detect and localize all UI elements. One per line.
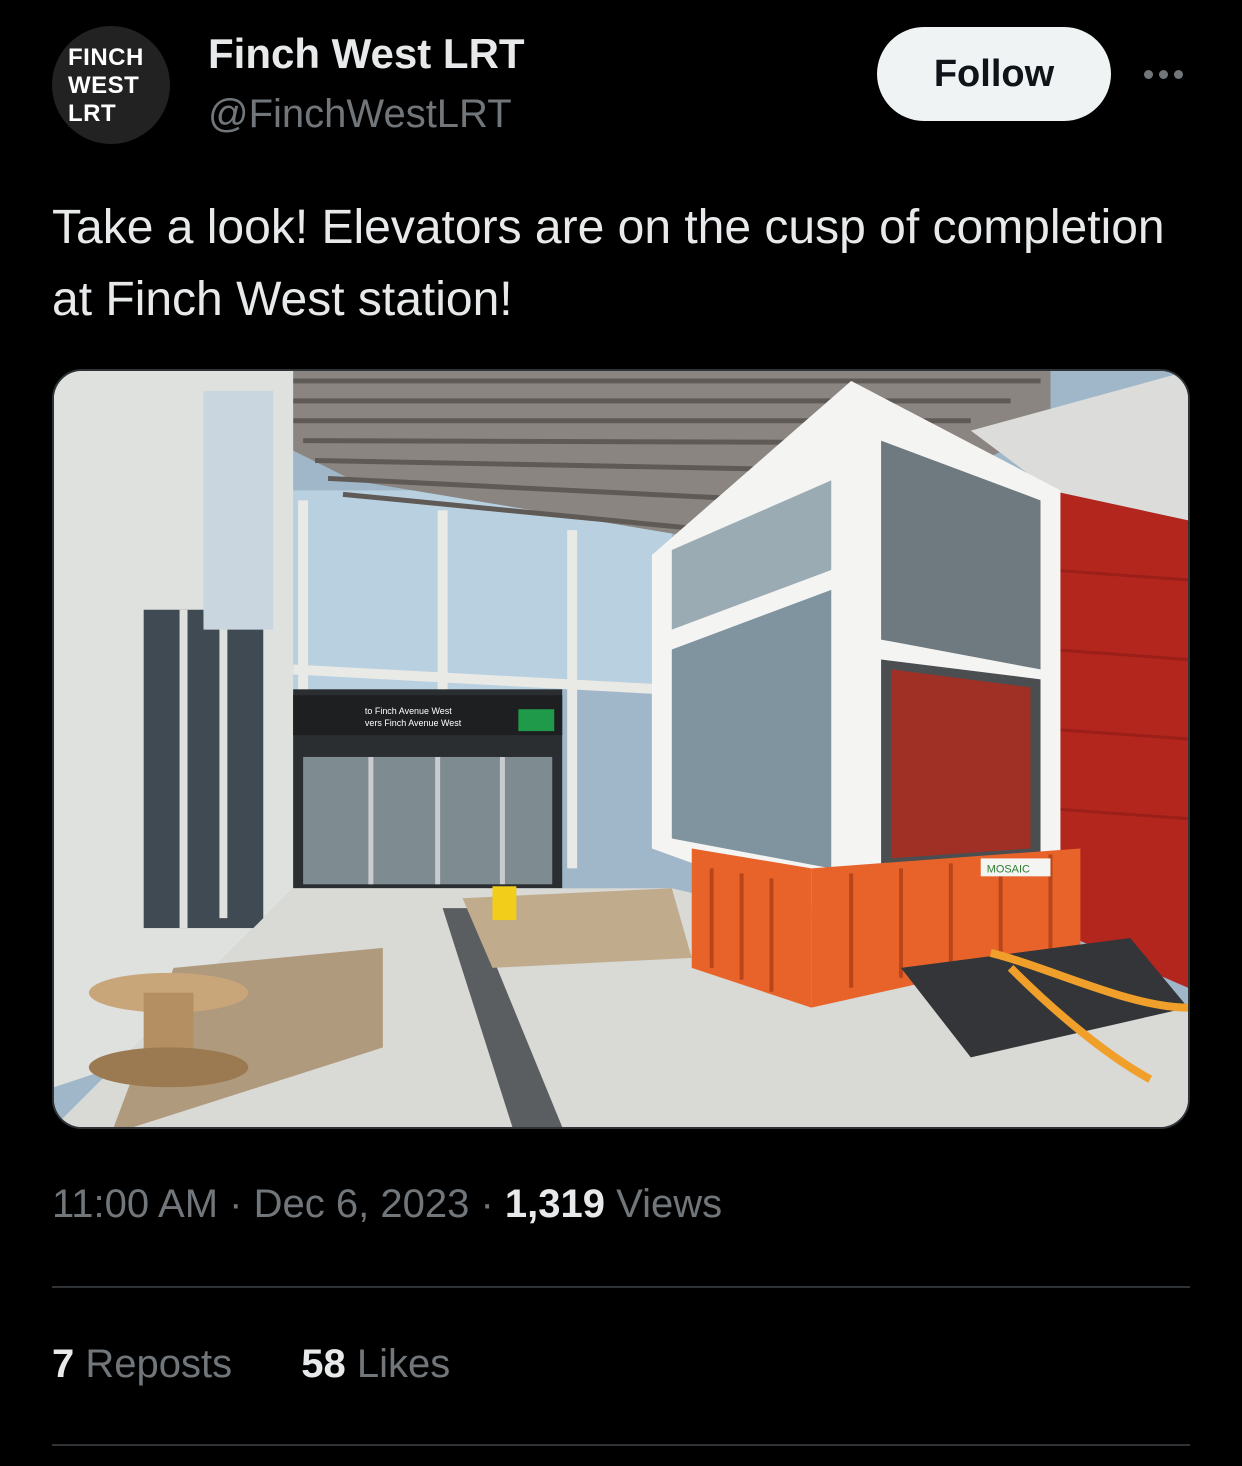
engagement-stats: 7 Reposts 58 Likes (52, 1342, 508, 1387)
more-dot (1173, 69, 1183, 79)
more-dot (1158, 69, 1168, 79)
reposts-count: 7 (52, 1342, 75, 1386)
follow-button[interactable]: Follow (877, 27, 1111, 121)
likes-count: 58 (301, 1342, 346, 1386)
separator: · (229, 1182, 243, 1226)
views-label: Views (616, 1182, 723, 1226)
divider (52, 1286, 1190, 1288)
sign-text-1: to Finch Avenue West (365, 706, 452, 716)
avatar-line: FINCH (68, 44, 144, 71)
separator: · (480, 1182, 494, 1226)
handle[interactable]: @FinchWestLRT (208, 92, 512, 137)
barrier-brand-text: MOSAIC (987, 863, 1030, 875)
likes-label: Likes (356, 1342, 451, 1386)
more-dot (1143, 69, 1153, 79)
likes-link[interactable]: 58 Likes (301, 1342, 450, 1387)
tweet-meta: 11:00 AM · Dec 6, 2023 · 1,319 Views (52, 1182, 722, 1227)
tweet-text: Take a look! Elevators are on the cusp o… (52, 201, 1165, 326)
views-count: 1,319 (504, 1182, 606, 1226)
avatar-line: WEST (68, 72, 140, 99)
station-photo-illustration: to Finch Avenue West vers Finch Avenue W… (54, 371, 1188, 1127)
tweet-time[interactable]: 11:00 AM (52, 1182, 218, 1226)
sign-text-2: vers Finch Avenue West (365, 718, 462, 728)
tweet-photo[interactable]: to Finch Avenue West vers Finch Avenue W… (52, 369, 1190, 1129)
reposts-label: Reposts (85, 1342, 233, 1386)
display-name[interactable]: Finch West LRT (208, 30, 525, 78)
tweet-date[interactable]: Dec 6, 2023 (254, 1182, 470, 1226)
reposts-link[interactable]: 7 Reposts (52, 1342, 232, 1387)
more-icon[interactable] (1136, 56, 1190, 92)
divider (52, 1444, 1190, 1446)
avatar-line: LRT (68, 100, 117, 127)
avatar[interactable]: FINCH WEST LRT (52, 26, 170, 144)
